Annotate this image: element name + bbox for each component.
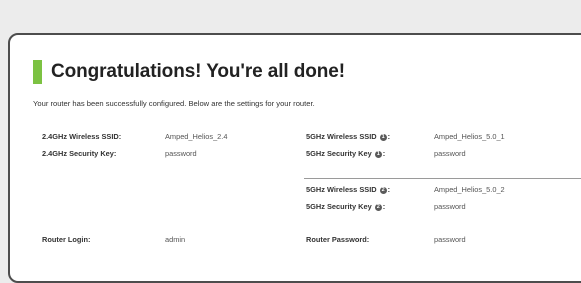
page-heading: Congratulations! You're all done! [33,59,345,85]
wifi5-1-ssid-value: Amped_Helios_5.0_1 [434,132,505,141]
accent-bar [33,60,42,84]
wifi24-key-value: password [165,149,197,158]
section-divider [304,178,581,179]
colon: : [387,132,391,141]
wifi5-2-ssid-label: 5GHz Wireless SSID 2 : [306,185,390,195]
router-password-value: password [434,235,466,244]
wifi5-1-ssid-label-text: 5GHz Wireless SSID [306,132,377,141]
wifi5-1-key-value: password [434,149,466,158]
wifi24-key-label-text: 2.4GHz Security Key: [42,149,117,158]
summary-panel: Congratulations! You're all done! Your r… [8,33,581,283]
info-icon[interactable]: 2 [374,203,382,211]
router-login-value: admin [165,235,186,244]
page-title: Congratulations! You're all done! [51,61,345,82]
wifi5-1-key-label: 5GHz Security Key 1 : [306,149,385,159]
info-icon[interactable]: 1 [374,150,382,158]
router-login-label-text: Router Login: [42,235,91,244]
colon: : [382,149,386,158]
colon: : [387,185,391,194]
router-login-label: Router Login: [42,235,90,245]
wifi24-ssid-label-text: 2.4GHz Wireless SSID: [42,132,122,141]
wifi5-2-ssid-value: Amped_Helios_5.0_2 [434,185,505,194]
wifi5-2-key-label-text: 5GHz Security Key [306,202,372,211]
colon: : [382,202,386,211]
wifi24-ssid-value: Amped_Helios_2.4 [165,132,228,141]
info-icon[interactable]: 2 [379,186,387,194]
info-icon[interactable]: 1 [379,133,387,141]
wifi5-2-key-value: password [434,202,466,211]
wifi5-2-ssid-label-text: 5GHz Wireless SSID [306,185,377,194]
router-password-label-text: Router Password: [306,235,370,244]
wifi24-ssid-label: 2.4GHz Wireless SSID: [42,132,121,142]
intro-text: Your router has been successfully config… [33,99,315,108]
wifi24-key-label: 2.4GHz Security Key: [42,149,116,159]
wifi5-1-key-label-text: 5GHz Security Key [306,149,372,158]
router-password-label: Router Password: [306,235,369,245]
wifi5-2-key-label: 5GHz Security Key 2 : [306,202,385,212]
wifi5-1-ssid-label: 5GHz Wireless SSID 1 : [306,132,390,142]
